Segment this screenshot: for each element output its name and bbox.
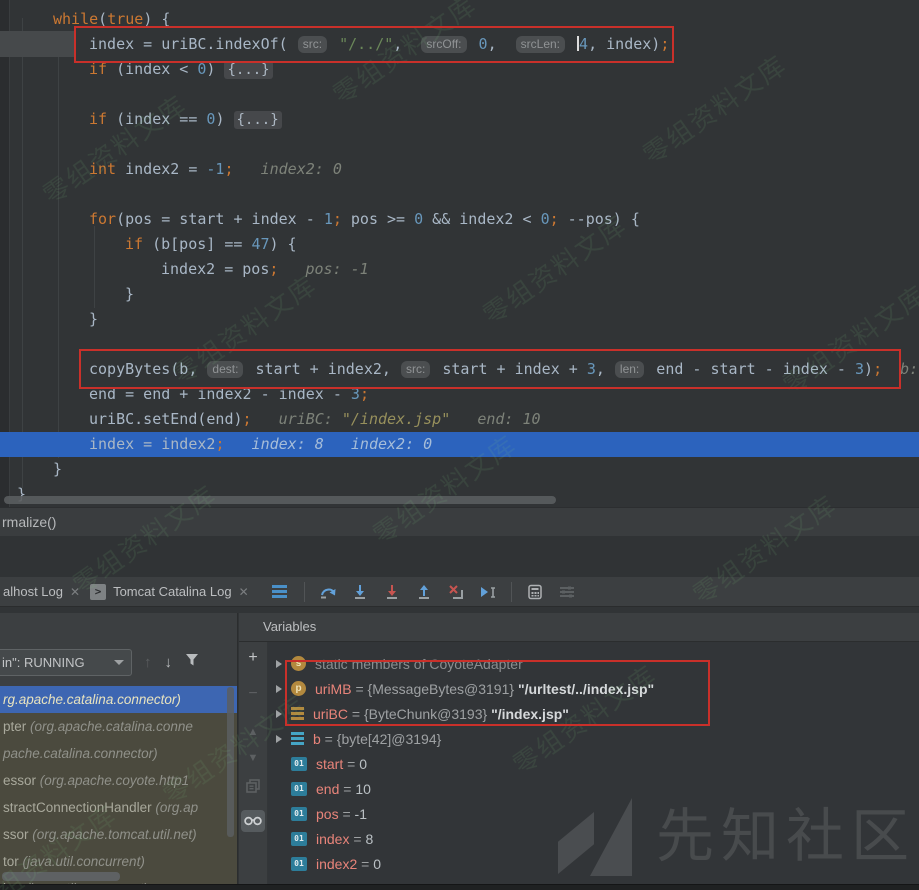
array-icon <box>291 732 304 746</box>
current-method-label: rmalize() <box>2 514 56 530</box>
variables-panel: Variables + − ▲ ▼ sstatic members of Coy… <box>239 613 919 884</box>
variable-row[interactable]: 01end = 10 <box>268 776 919 801</box>
tab-label: Tomcat Catalina Log <box>113 584 232 599</box>
code-line[interactable]: while(true) { <box>0 7 919 32</box>
variable-row[interactable]: uriBC = {ByteChunk@3193} "/index.jsp" <box>268 701 919 726</box>
frames-horizontal-scrollbar[interactable] <box>2 872 120 881</box>
move-up-icon[interactable]: ▲ <box>248 725 259 739</box>
duplicate-icon[interactable] <box>246 779 260 798</box>
expand-arrow-icon[interactable] <box>276 660 282 668</box>
code-line[interactable]: if (index == 0) {...} <box>0 107 919 132</box>
code-line[interactable]: } <box>0 307 919 332</box>
bottom-edge <box>0 884 919 890</box>
variable-row[interactable]: 01index = 8 <box>268 826 919 851</box>
trace-settings-icon[interactable] <box>559 584 575 600</box>
code-line[interactable]: } <box>0 457 919 482</box>
prim-icon: 01 <box>291 807 307 821</box>
chevron-down-icon <box>114 660 124 665</box>
variables-header: Variables <box>239 613 919 642</box>
frames-panel: in": RUNNING ↑ ↓ rg.apache.catalina.conn… <box>0 613 238 884</box>
watch-toolbar: + − ▲ ▼ <box>239 642 268 884</box>
expand-arrow-icon[interactable] <box>276 710 282 718</box>
toolbar-separator <box>511 582 512 602</box>
code-line[interactable] <box>0 182 919 207</box>
glasses-watch-icon[interactable] <box>241 810 265 832</box>
panel-gap <box>0 536 919 577</box>
expand-arrow-icon[interactable] <box>276 685 282 693</box>
variable-row[interactable]: 01pos = -1 <box>268 801 919 826</box>
variables-tree: sstatic members of CoyoteAdapterpuriMB =… <box>268 642 919 884</box>
filter-icon[interactable] <box>185 653 199 672</box>
frame-row[interactable]: ssor (org.apache.tomcat.util.net) <box>0 821 238 848</box>
code-line[interactable]: int index2 = -1; index2: 0 <box>0 157 919 182</box>
variable-row[interactable]: 01start = 0 <box>268 751 919 776</box>
code-line[interactable]: end = end + index2 - index - 3; <box>0 382 919 407</box>
frame-row[interactable]: essor (org.apache.coyote.http1 <box>0 767 238 794</box>
thread-dropdown-label: in": RUNNING <box>2 655 85 670</box>
prim-icon: 01 <box>291 782 307 796</box>
expand-arrow-icon[interactable] <box>276 735 282 743</box>
force-step-into-icon[interactable] <box>384 584 400 600</box>
prim-icon: 01 <box>291 832 307 846</box>
s-circle-icon: s <box>291 656 306 671</box>
bars-icon <box>291 707 304 720</box>
code-line[interactable]: index2 = pos; pos: -1 <box>0 257 919 282</box>
run-to-cursor-icon[interactable] <box>480 584 496 600</box>
prim-icon: 01 <box>291 757 307 771</box>
code-line[interactable] <box>0 82 919 107</box>
tab-tomcat-catalina-log[interactable]: > Tomcat Catalina Log ✕ <box>87 577 256 606</box>
code-line[interactable]: index = uriBC.indexOf( src: "/../", srcO… <box>0 32 919 57</box>
breadcrumb-bar: rmalize() <box>0 507 919 536</box>
frame-row[interactable]: stractConnectionHandler (org.ap <box>0 794 238 821</box>
code-line[interactable]: for(pos = start + index - 1; pos >= 0 &&… <box>0 207 919 232</box>
add-watch-icon[interactable]: + <box>248 651 257 665</box>
tab-label: alhost Log <box>3 584 63 599</box>
remove-watch-icon[interactable]: − <box>248 687 257 701</box>
frames-list: rg.apache.catalina.connector)pter (org.a… <box>0 686 238 884</box>
code-line[interactable] <box>0 332 919 357</box>
frame-row[interactable]: rg.apache.catalina.connector) <box>0 686 238 713</box>
code-line[interactable]: copyBytes(b, dest: start + index2, src: … <box>0 357 919 382</box>
frame-row[interactable]: pter (org.apache.catalina.conne <box>0 713 238 740</box>
console-icon: > <box>90 584 106 600</box>
hamburger-menu-icon[interactable] <box>272 585 287 598</box>
frames-vertical-scrollbar[interactable] <box>227 687 234 837</box>
code-line[interactable] <box>0 132 919 157</box>
code-line[interactable]: if (b[pos] == 47) { <box>0 232 919 257</box>
close-icon[interactable]: ✕ <box>70 585 80 599</box>
close-icon[interactable]: ✕ <box>239 585 249 599</box>
code-editor[interactable]: while(true) {index = uriBC.indexOf( src:… <box>0 0 919 507</box>
variable-row[interactable]: b = {byte[42]@3194} <box>268 726 919 751</box>
variable-row[interactable]: sstatic members of CoyoteAdapter <box>268 651 919 676</box>
move-down-icon[interactable]: ▼ <box>248 751 259 765</box>
frame-up-icon[interactable]: ↑ <box>144 654 152 671</box>
code-line[interactable]: index = index2; index: 8 index2: 0 <box>0 432 919 457</box>
code-line[interactable]: } <box>0 282 919 307</box>
code-line[interactable]: uriBC.setEnd(end); uriBC: "/index.jsp" e… <box>0 407 919 432</box>
debug-toolbar: alhost Log ✕ > Tomcat Catalina Log ✕ <box>0 577 919 607</box>
variable-row[interactable]: puriMB = {MessageBytes@3191} "/urltest/.… <box>268 676 919 701</box>
code-line[interactable]: if (index < 0) {...} <box>0 57 919 82</box>
horizontal-scrollbar[interactable] <box>4 496 556 504</box>
evaluate-expression-icon[interactable] <box>527 584 543 600</box>
drop-frame-icon[interactable] <box>448 584 464 600</box>
prim-icon: 01 <box>291 857 307 871</box>
frame-row[interactable]: tor (java.util.concurrent) <box>0 848 238 875</box>
toolbar-separator <box>304 582 305 602</box>
step-out-icon[interactable] <box>416 584 432 600</box>
frame-down-icon[interactable]: ↓ <box>165 654 173 671</box>
p-circle-icon: p <box>291 681 306 696</box>
step-into-icon[interactable] <box>352 584 368 600</box>
step-over-icon[interactable] <box>320 584 336 600</box>
variable-row[interactable]: 01index2 = 0 <box>268 851 919 876</box>
frame-row[interactable]: pache.catalina.connector) <box>0 740 238 767</box>
thread-dropdown[interactable]: in": RUNNING <box>0 649 132 676</box>
code-lines: while(true) {index = uriBC.indexOf( src:… <box>0 7 919 507</box>
tab-localhost-log[interactable]: alhost Log ✕ <box>0 577 87 606</box>
ide-window: while(true) {index = uriBC.indexOf( src:… <box>0 0 919 890</box>
